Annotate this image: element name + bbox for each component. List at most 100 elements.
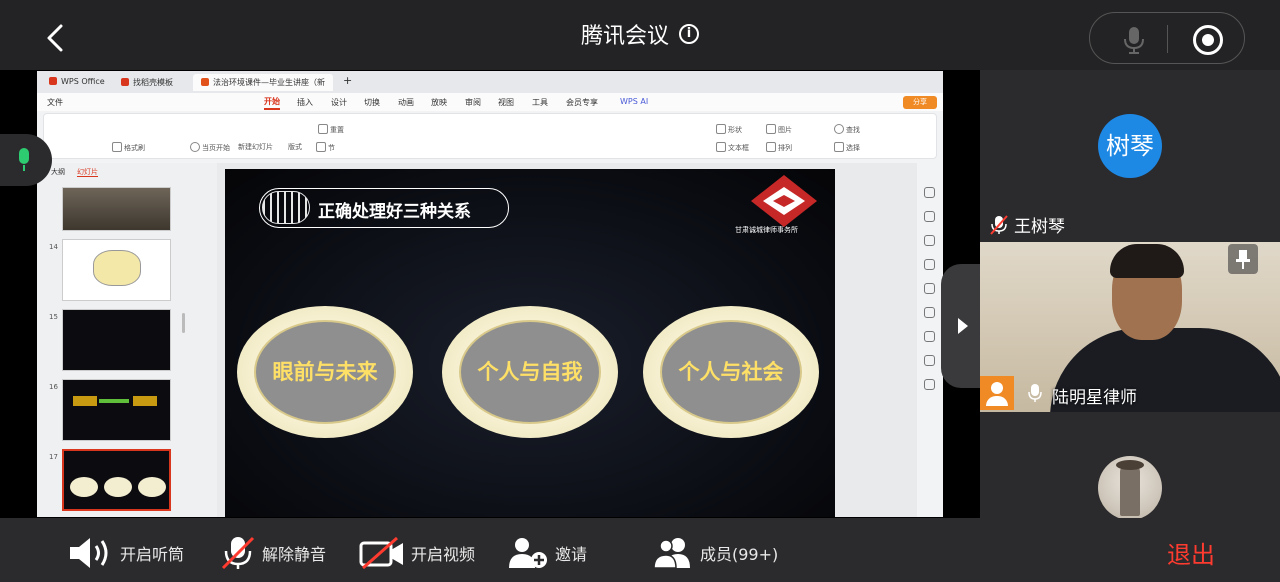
video-person-hair	[1110, 244, 1184, 278]
meeting-window: 腾讯会议 i WPS Office 找稻壳模板 法治环境课件—毕业生讲座（新 + …	[0, 0, 1280, 582]
new-slide-button[interactable]: 新建幻灯片	[238, 142, 273, 152]
tool-icon[interactable]	[924, 283, 935, 294]
menu-tools[interactable]: 工具	[532, 97, 548, 108]
shape-button[interactable]: 形状	[716, 124, 742, 135]
pin-button[interactable]	[1228, 244, 1258, 274]
relation-oval: 个人与社会	[643, 306, 819, 438]
menu-file[interactable]: 文件	[47, 97, 63, 108]
microphone-icon[interactable]	[1120, 25, 1148, 55]
menu-review[interactable]: 审阅	[465, 97, 481, 108]
arrange-button[interactable]: 排列	[766, 142, 792, 153]
participant-avatar[interactable]: 树琴	[1098, 114, 1162, 178]
floating-mic-button[interactable]	[0, 134, 52, 186]
tool-icon[interactable]	[924, 307, 935, 318]
members-icon	[653, 538, 690, 569]
participant-name-bar: 陆明星律师	[980, 376, 1150, 412]
participant-name-2: 陆明星律师	[1052, 388, 1137, 408]
menu-wps-ai[interactable]: WPS AI	[620, 97, 648, 106]
pin-icon	[1236, 250, 1250, 269]
textbox-button[interactable]: 文本框	[716, 142, 749, 153]
slide-canvas: 正确处理好三种关系 甘肃诚城律师事务所 眼前与未来 个人与自我 个人与社会	[217, 163, 917, 517]
layout-button[interactable]: 版式	[288, 142, 302, 152]
exit-meeting-button[interactable]: 退出	[1167, 535, 1215, 570]
menu-slideshow[interactable]: 放映	[431, 97, 447, 108]
user-avatar-icon	[980, 376, 1014, 410]
select-button[interactable]: 选择	[834, 142, 860, 153]
new-tab-button[interactable]: +	[343, 74, 352, 87]
format-brush-button[interactable]: 格式刷	[112, 142, 145, 153]
reset-button[interactable]: 重置	[318, 124, 344, 135]
slide-thumbnail[interactable]	[62, 187, 171, 231]
slide-title-box: 正确处理好三种关系	[259, 188, 509, 228]
pane-tabs: 大纲 幻灯片	[51, 167, 110, 177]
tool-icon[interactable]	[924, 355, 935, 366]
speaker-button[interactable]: 开启听筒	[68, 536, 184, 568]
ribbon-toolbar: 格式刷 当页开始 新建幻灯片 版式 节 重置 形状 图片 文本框 排列 查找 选…	[43, 113, 937, 159]
avatar-figure	[1120, 464, 1140, 516]
slide-thumbnail-selected[interactable]	[62, 449, 171, 511]
participant-avatar-image[interactable]	[1098, 456, 1162, 520]
tool-icon[interactable]	[924, 187, 935, 198]
wps-menu-bar: 文件 开始 插入 设计 切换 动画 放映 审阅 视图 工具 会员专享 WPS A…	[37, 93, 943, 111]
muted-mic-icon	[221, 536, 255, 570]
slide-thumbnail-pane: 大纲 幻灯片 14 15 16 17	[37, 163, 217, 517]
participant-name-1: 王树琴	[990, 212, 1065, 237]
slide-thumbnail[interactable]	[62, 379, 171, 441]
wps-tab-bar: WPS Office 找稻壳模板 法治环境课件—毕业生讲座（新 +	[37, 71, 943, 93]
record-icon[interactable]	[1193, 25, 1223, 55]
invite-button[interactable]: 邀请	[507, 536, 587, 568]
slide-thumbnail[interactable]	[62, 239, 171, 301]
play-right-icon	[958, 318, 968, 334]
participant-video[interactable]: 陆明星律师	[980, 242, 1280, 412]
relation-label: 个人与自我	[459, 320, 601, 424]
menu-home[interactable]: 开始	[264, 96, 280, 110]
current-slide: 正确处理好三种关系 甘肃诚城律师事务所 眼前与未来 个人与自我 个人与社会	[225, 169, 835, 517]
title-badge	[262, 191, 310, 224]
share-button[interactable]: 分享	[903, 96, 937, 109]
slide-thumbnail[interactable]	[62, 309, 171, 371]
find-button[interactable]: 查找	[834, 124, 860, 135]
video-button[interactable]: 开启视频	[359, 536, 475, 570]
tab-document[interactable]: 法治环境课件—毕业生讲座（新	[193, 74, 333, 91]
law-firm-logo	[751, 175, 817, 227]
avatar-hat	[1116, 460, 1144, 470]
section-button[interactable]: 节	[316, 142, 335, 153]
picture-button[interactable]: 图片	[766, 124, 792, 135]
tool-icon[interactable]	[924, 259, 935, 270]
pill-divider	[1167, 25, 1168, 53]
tool-icon[interactable]	[924, 235, 935, 246]
menu-animation[interactable]: 动画	[398, 97, 414, 108]
tab-slides[interactable]: 幻灯片	[77, 168, 98, 177]
top-controls-pill	[1089, 12, 1245, 64]
tool-icon[interactable]	[924, 331, 935, 342]
slide-number: 17	[49, 453, 58, 461]
law-firm-name: 甘肃诚城律师事务所	[735, 226, 798, 234]
members-button[interactable]: 成员(99+)	[652, 536, 778, 569]
muted-mic-icon	[990, 215, 1008, 235]
menu-design[interactable]: 设计	[331, 97, 347, 108]
tab-outline[interactable]: 大纲	[51, 168, 65, 176]
menu-view[interactable]: 视图	[498, 97, 514, 108]
microphone-icon	[19, 148, 29, 164]
tab-wps-office[interactable]: WPS Office	[41, 74, 113, 91]
wps-right-toolbar	[917, 163, 943, 517]
play-from-current-button[interactable]: 当页开始	[190, 142, 230, 153]
relation-label: 眼前与未来	[254, 320, 396, 424]
menu-transition[interactable]: 切换	[364, 97, 380, 108]
microphone-stem	[23, 165, 25, 171]
menu-insert[interactable]: 插入	[297, 97, 313, 108]
wps-presentation-window: WPS Office 找稻壳模板 法治环境课件—毕业生讲座（新 + 文件 开始 …	[37, 71, 943, 517]
collapse-panel-button[interactable]	[941, 264, 981, 388]
tool-icon[interactable]	[924, 211, 935, 222]
slide-title: 正确处理好三种关系	[318, 202, 471, 222]
relation-oval: 个人与自我	[442, 306, 618, 438]
pane-scrollbar[interactable]	[182, 313, 185, 333]
slide-number: 16	[49, 383, 58, 391]
menu-member[interactable]: 会员专享	[566, 97, 598, 108]
tab-templates[interactable]: 找稻壳模板	[113, 74, 181, 91]
tool-icon[interactable]	[924, 379, 935, 390]
slide-number: 14	[49, 243, 58, 251]
relation-label: 个人与社会	[660, 320, 802, 424]
info-icon[interactable]: i	[679, 24, 699, 44]
unmute-button[interactable]: 解除静音	[220, 536, 326, 570]
